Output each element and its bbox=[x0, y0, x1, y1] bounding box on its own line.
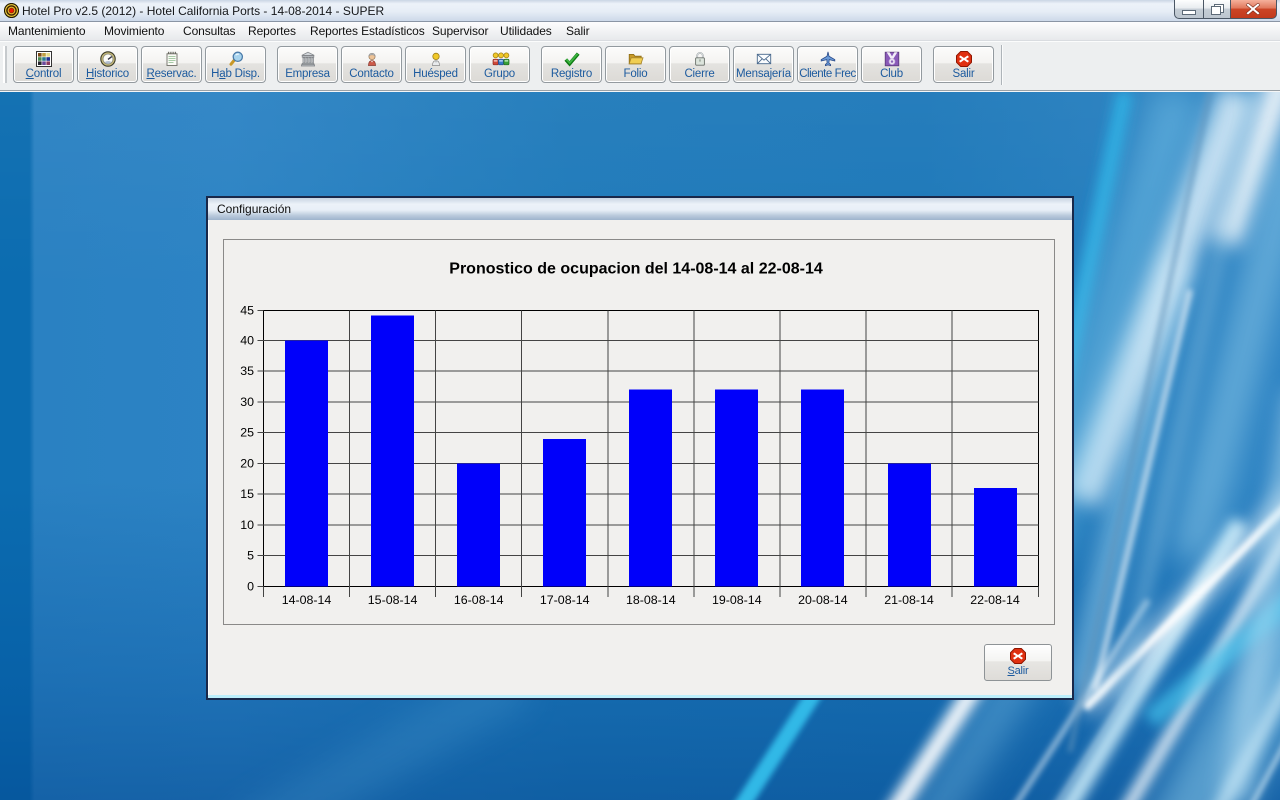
svg-text:25: 25 bbox=[240, 426, 254, 440]
svg-text:15: 15 bbox=[240, 487, 254, 501]
svg-text:22-08-14: 22-08-14 bbox=[970, 593, 1020, 607]
svg-text:20: 20 bbox=[240, 456, 254, 470]
svg-text:45: 45 bbox=[240, 304, 254, 318]
svg-text:0: 0 bbox=[247, 580, 254, 594]
svg-text:17-08-14: 17-08-14 bbox=[540, 593, 590, 607]
svg-text:21-08-14: 21-08-14 bbox=[884, 593, 934, 607]
svg-text:5: 5 bbox=[247, 549, 254, 563]
svg-text:14-08-14: 14-08-14 bbox=[282, 593, 332, 607]
svg-text:16-08-14: 16-08-14 bbox=[454, 593, 504, 607]
svg-text:15-08-14: 15-08-14 bbox=[368, 593, 418, 607]
svg-text:30: 30 bbox=[240, 395, 254, 409]
svg-text:18-08-14: 18-08-14 bbox=[626, 593, 676, 607]
svg-text:20-08-14: 20-08-14 bbox=[798, 593, 848, 607]
svg-text:40: 40 bbox=[240, 333, 254, 347]
svg-text:Pronostico de ocupacion del 14: Pronostico de ocupacion del 14-08-14 al … bbox=[449, 261, 823, 278]
svg-text:10: 10 bbox=[240, 518, 254, 532]
svg-text:19-08-14: 19-08-14 bbox=[712, 593, 762, 607]
svg-text:35: 35 bbox=[240, 364, 254, 378]
